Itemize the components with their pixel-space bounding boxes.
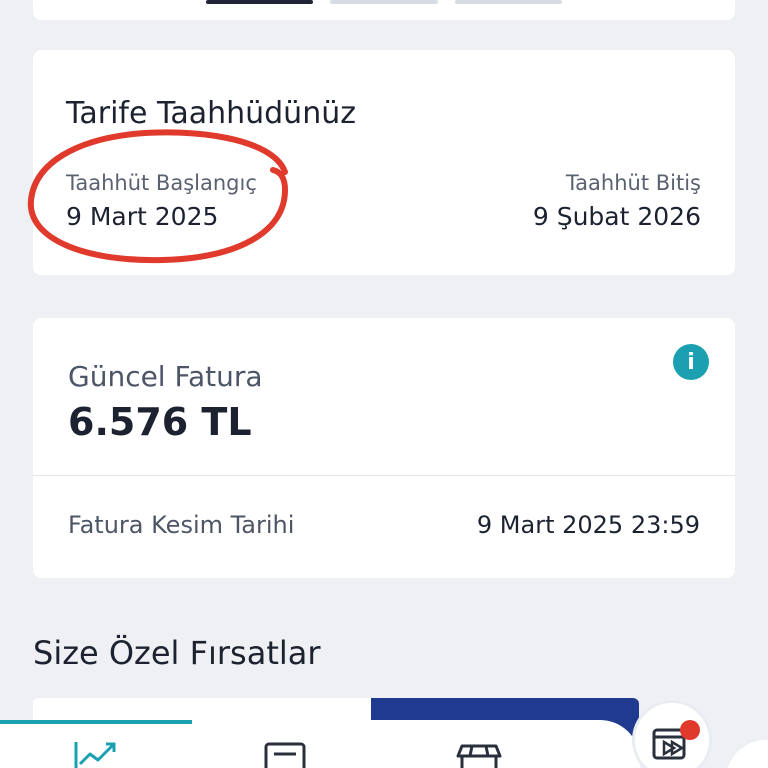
invoice-cutoff-label: Fatura Kesim Tarihi — [68, 511, 295, 539]
commitment-start-value: 9 Mart 2025 — [66, 202, 219, 231]
current-invoice-label: Güncel Fatura — [68, 360, 263, 393]
info-icon[interactable]: i — [673, 344, 709, 380]
chart-icon[interactable] — [72, 738, 118, 768]
commitment-end-label: Taahhüt Bitiş — [565, 171, 701, 195]
bottom-nav — [0, 720, 640, 768]
segment-indicator[interactable] — [455, 0, 562, 4]
nav-active-indicator — [0, 720, 192, 724]
current-invoice-amount: 6.576 TL — [68, 400, 252, 444]
corner-panel — [726, 740, 768, 768]
commitment-start-label: Taahhüt Başlangıç — [66, 171, 257, 195]
segment-indicator[interactable] — [330, 0, 438, 4]
invoice-card[interactable]: Güncel Fatura 6.576 TL i Fatura Kesim Ta… — [33, 318, 735, 578]
invoice-icon[interactable] — [262, 738, 308, 768]
offers-section-title: Size Özel Fırsatlar — [33, 634, 321, 672]
divider — [33, 475, 735, 476]
tariff-title: Tarife Taahhüdünüz — [66, 96, 356, 131]
invoice-cutoff-value: 9 Mart 2025 23:59 — [476, 511, 700, 539]
tariff-commitment-card: Tarife Taahhüdünüz Taahhüt Başlangıç 9 M… — [27, 50, 735, 275]
red-annotation-circle — [27, 129, 289, 264]
shop-icon[interactable] — [456, 738, 502, 768]
segment-indicator-active[interactable] — [206, 0, 313, 4]
notification-dot — [680, 720, 700, 740]
top-card — [33, 0, 735, 20]
commitment-end-value: 9 Şubat 2026 — [532, 202, 701, 231]
